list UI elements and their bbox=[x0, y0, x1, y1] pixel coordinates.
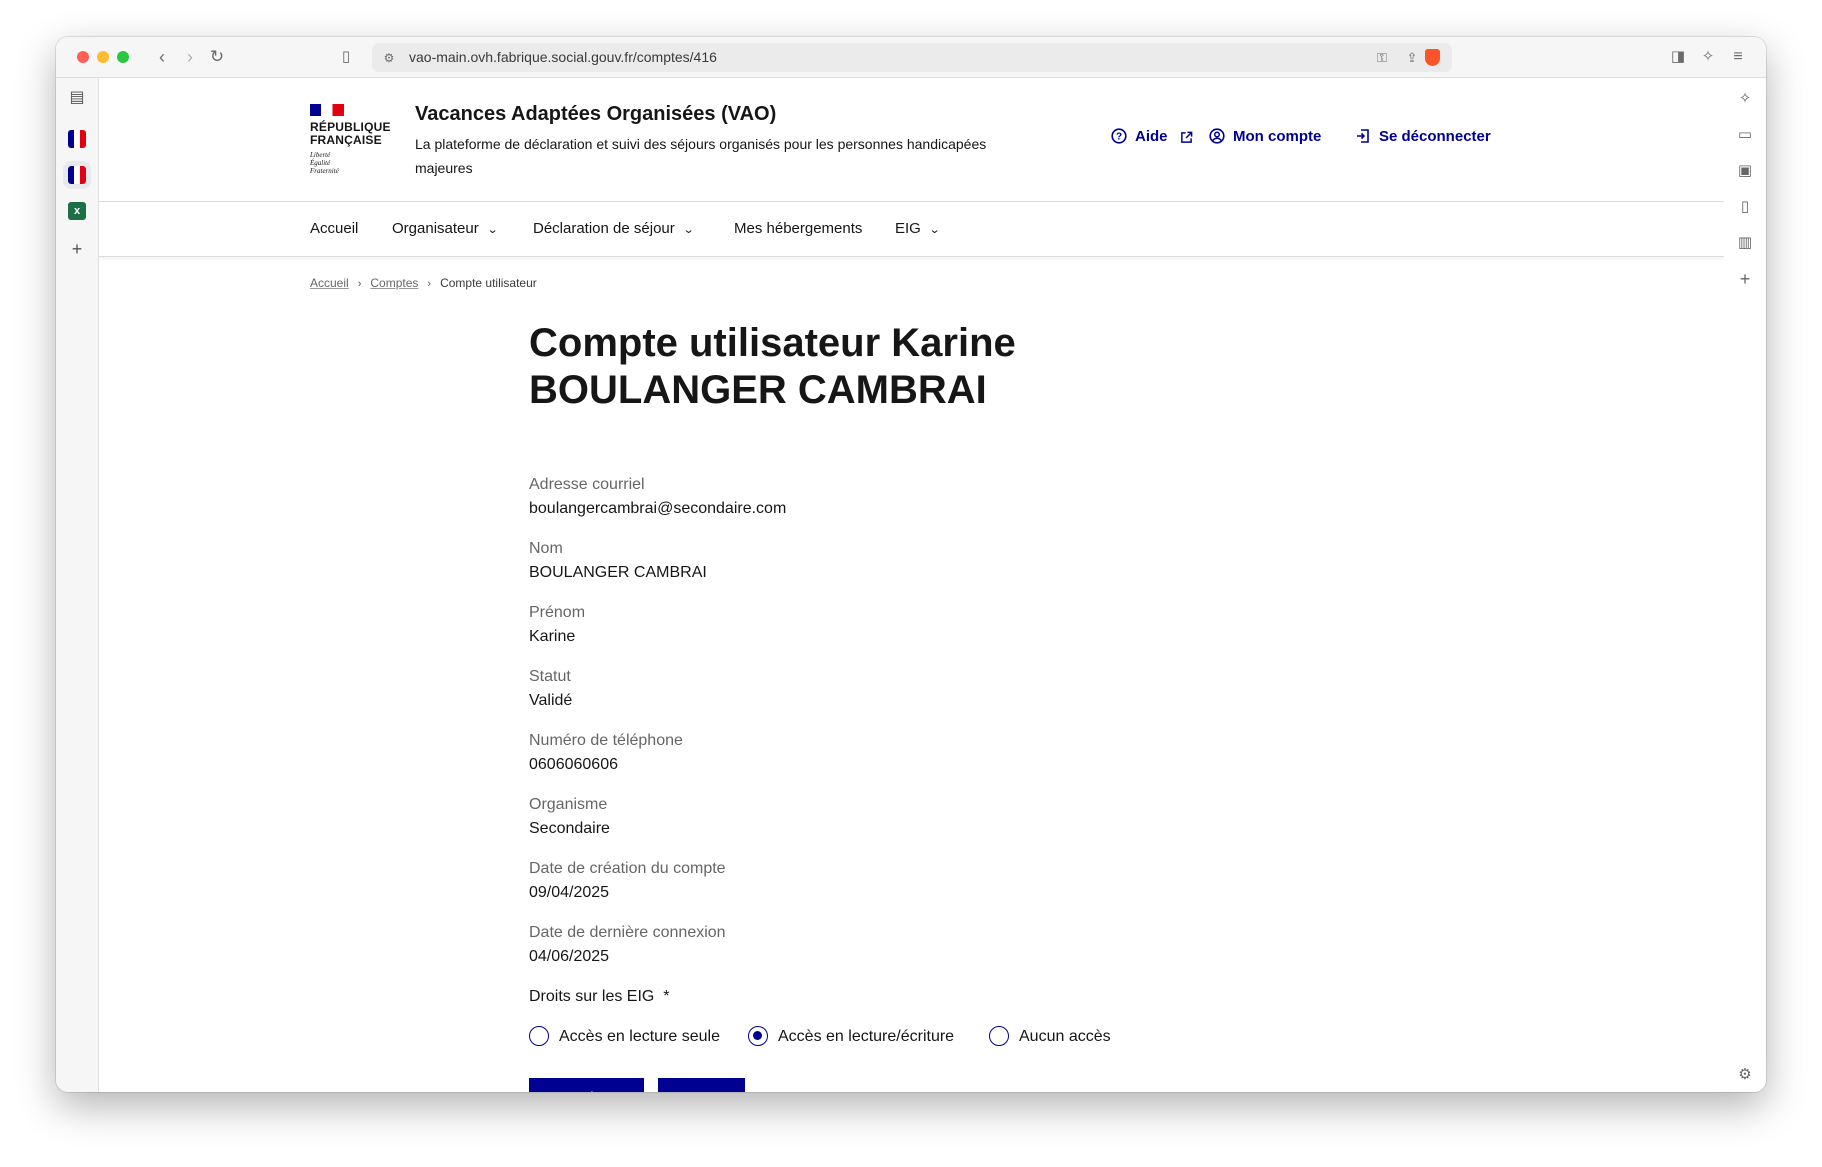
marianne-logo[interactable] bbox=[310, 104, 344, 116]
tab-favicon-gouv-2[interactable] bbox=[63, 161, 91, 189]
nav-item-accueil[interactable]: Accueil bbox=[310, 220, 358, 237]
close-window-button[interactable] bbox=[77, 51, 89, 63]
last-name-label: Nom bbox=[529, 540, 563, 557]
logo-motto: Liberté Égalité Fraternité bbox=[310, 151, 339, 175]
browser-toolbar: ‹ › ↻ ▯ ⚙ vao-main.ovh.fabrique.social.g… bbox=[56, 37, 1766, 78]
radio-read-write-label: Accès en lecture/écriture bbox=[778, 1028, 955, 1045]
chevron-right-icon: › bbox=[427, 278, 432, 290]
breadcrumb: Accueil › Comptes › Compte utilisateur bbox=[310, 276, 537, 290]
external-link-icon bbox=[1180, 131, 1193, 143]
svg-text:?: ? bbox=[1116, 132, 1122, 143]
radio-read-only-label: Accès en lecture seule bbox=[559, 1028, 720, 1045]
breadcrumb-accounts-link[interactable]: Comptes bbox=[370, 276, 418, 290]
logout-icon bbox=[1357, 129, 1369, 143]
url-text: vao-main.ovh.fabrique.social.gouv.fr/com… bbox=[409, 49, 717, 65]
bookmarks-panel-icon[interactable]: ▯ bbox=[1735, 197, 1755, 217]
my-account-link[interactable]: Mon compte bbox=[1209, 128, 1321, 145]
email-value: boulangercambrai@secondaire.com bbox=[529, 500, 787, 517]
site-settings-icon[interactable]: ⚙ bbox=[380, 46, 398, 70]
question-circle-icon: ? bbox=[1111, 128, 1127, 144]
tab-favicon-excel[interactable]: x bbox=[68, 202, 86, 220]
save-button[interactable]: Enregistrer bbox=[529, 1078, 644, 1092]
logout-label: Se déconnecter bbox=[1379, 128, 1491, 145]
radio-read-only[interactable]: Accès en lecture seule bbox=[529, 1026, 720, 1046]
nav-item-label: Organisateur bbox=[392, 220, 479, 237]
nav-item-label: Accueil bbox=[310, 220, 359, 237]
chevron-down-icon: ⌄ bbox=[928, 224, 941, 236]
nav-item-eig[interactable]: EIG ⌄ bbox=[895, 220, 941, 237]
nav-item-label: EIG bbox=[895, 220, 921, 237]
organisation-label: Organisme bbox=[529, 796, 608, 813]
nav-item-label: Déclaration de séjour bbox=[533, 220, 675, 237]
breadcrumb-home-link[interactable]: Accueil bbox=[310, 276, 349, 290]
email-label: Adresse courriel bbox=[529, 476, 645, 493]
media-icon[interactable]: ▭ bbox=[1735, 125, 1755, 145]
logout-link[interactable]: Se déconnecter bbox=[1355, 128, 1491, 145]
phone-value: 0606060606 bbox=[529, 756, 618, 773]
last-login-label: Date de dernière connexion bbox=[529, 924, 726, 941]
minimize-window-button[interactable] bbox=[97, 51, 109, 63]
forward-icon[interactable]: › bbox=[180, 45, 200, 69]
help-link[interactable]: ? Aide bbox=[1111, 128, 1193, 145]
eig-rights-label: Droits sur les EIG * bbox=[529, 988, 670, 1005]
address-bar[interactable]: ⚙ vao-main.ovh.fabrique.social.gouv.fr/c… bbox=[372, 43, 1452, 72]
bookmark-icon[interactable]: ▯ bbox=[336, 45, 356, 69]
share-icon[interactable]: ⇪ bbox=[1402, 46, 1422, 70]
page-content: RÉPUBLIQUE FRANÇAISE Liberté Égalité Frater… bbox=[99, 78, 1724, 1092]
radio-read-write[interactable]: Accès en lecture/écriture bbox=[748, 1026, 954, 1046]
service-description: La plateforme de déclaration et suivi de… bbox=[415, 136, 987, 176]
nav-item-label: Mes hébergements bbox=[734, 220, 863, 237]
organisation-value: Secondaire bbox=[529, 820, 610, 837]
main-navigation: Accueil Organisateur ⌄ Déclaration de séj… bbox=[99, 202, 1724, 257]
add-panel-icon[interactable]: + bbox=[1735, 269, 1755, 289]
nav-item-mes-hebergements[interactable]: Mes hébergements bbox=[734, 220, 862, 237]
brave-shields-icon[interactable] bbox=[1425, 49, 1440, 66]
first-name-label: Prénom bbox=[529, 604, 586, 621]
radio-circle[interactable] bbox=[989, 1026, 1009, 1046]
right-sidebar: ✧ ▭ ▣ ▯ ▥ + ⚙ bbox=[1724, 78, 1766, 1092]
tabs-panel-icon[interactable]: ▤ bbox=[66, 87, 88, 109]
vertical-tabs-sidebar: ▤ x + bbox=[56, 78, 99, 1092]
creation-date-label: Date de création du compte bbox=[529, 860, 726, 877]
sidebar-toggle-icon[interactable]: ◨ bbox=[1668, 45, 1688, 69]
service-title[interactable]: Vacances Adaptées Organisées (VAO) bbox=[415, 103, 776, 126]
my-account-label: Mon compte bbox=[1233, 128, 1322, 145]
maximize-window-button[interactable] bbox=[117, 51, 129, 63]
nav-item-declaration-sejour[interactable]: Déclaration de séjour ⌄ bbox=[533, 220, 695, 237]
chevron-down-icon: ⌄ bbox=[682, 224, 695, 236]
reload-icon[interactable]: ↻ bbox=[206, 45, 228, 69]
phone-label: Numéro de téléphone bbox=[529, 732, 683, 749]
nav-item-organisateur[interactable]: Organisateur ⌄ bbox=[392, 220, 499, 237]
first-name-value: Karine bbox=[529, 628, 576, 645]
user-circle-icon bbox=[1209, 128, 1225, 144]
status-label: Statut bbox=[529, 668, 571, 685]
back-icon[interactable]: ‹ bbox=[152, 45, 172, 69]
radio-no-access[interactable]: Aucun accès bbox=[989, 1026, 1111, 1046]
wallet-icon[interactable]: ▣ bbox=[1735, 161, 1755, 181]
sidebar-settings-icon[interactable]: ⚙ bbox=[1735, 1065, 1755, 1085]
republique-francaise-logo-text: RÉPUBLIQUE FRANÇAISE bbox=[310, 120, 391, 147]
help-link-label: Aide bbox=[1135, 128, 1168, 145]
menu-icon[interactable]: ≡ bbox=[1728, 45, 1748, 69]
radio-circle-checked[interactable] bbox=[748, 1026, 768, 1046]
key-icon[interactable]: ⚿ bbox=[1372, 46, 1392, 70]
site-header: RÉPUBLIQUE FRANÇAISE Liberté Égalité Frater… bbox=[99, 78, 1724, 202]
leo-ai-icon[interactable]: ✧ bbox=[1698, 45, 1718, 69]
status-value: Validé bbox=[529, 692, 573, 709]
page-title: Compte utilisateur Karine BOULANGER CAMB… bbox=[529, 321, 1016, 412]
creation-date-value: 09/04/2025 bbox=[529, 884, 610, 901]
leo-sparkle-icon[interactable]: ✧ bbox=[1735, 89, 1755, 109]
chevron-right-icon: › bbox=[357, 278, 362, 290]
chevron-down-icon: ⌄ bbox=[486, 224, 499, 236]
tab-favicon-gouv-1[interactable] bbox=[68, 130, 86, 148]
breadcrumb-current: Compte utilisateur bbox=[440, 276, 537, 290]
browser-window: ‹ › ↻ ▯ ⚙ vao-main.ovh.fabrique.social.g… bbox=[56, 37, 1766, 1092]
radio-no-access-label: Aucun accès bbox=[1019, 1028, 1111, 1045]
close-button[interactable]: Fermer bbox=[658, 1078, 745, 1092]
last-name-value: BOULANGER CAMBRAI bbox=[529, 564, 707, 581]
new-tab-icon[interactable]: + bbox=[66, 238, 88, 260]
reading-list-icon[interactable]: ▥ bbox=[1735, 233, 1755, 253]
last-login-value: 04/06/2025 bbox=[529, 948, 610, 965]
radio-circle[interactable] bbox=[529, 1026, 549, 1046]
